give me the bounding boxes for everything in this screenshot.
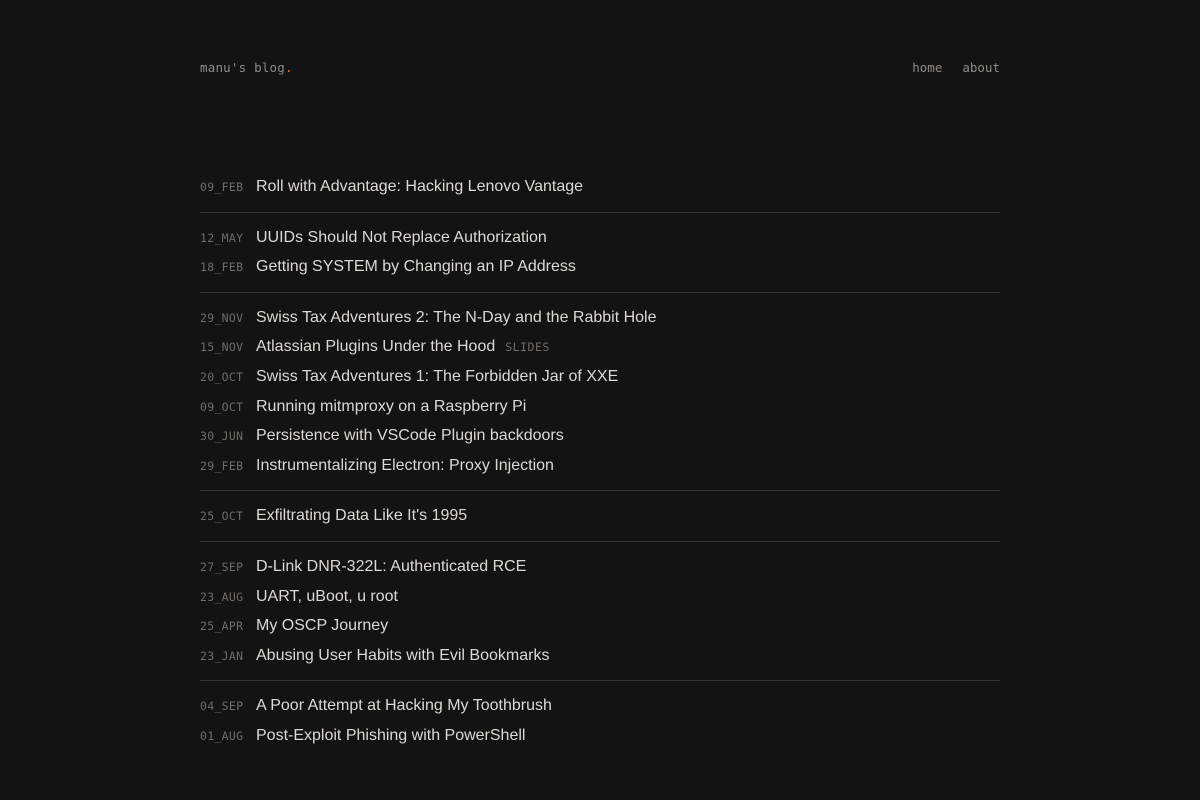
post-title-link[interactable]: Swiss Tax Adventures 1: The Forbidden Ja… — [256, 362, 618, 392]
post-date: 15_NOV — [200, 340, 244, 355]
post-row: 18_FEB Getting SYSTEM by Changing an IP A… — [200, 252, 1000, 282]
year-group: 25_OCT Exfiltrating Data Like It's 1995 — [200, 491, 1000, 542]
post-row: 15_NOV Atlassian Plugins Under the Hood SL… — [200, 332, 1000, 362]
post-row: 09_OCT Running mitmproxy on a Raspberry P… — [200, 392, 1000, 422]
post-date: 29_NOV — [200, 310, 244, 325]
post-row: 01_AUG Post-Exploit Phishing with PowerSh… — [200, 721, 1000, 751]
post-row: 25_OCT Exfiltrating Data Like It's 1995 — [200, 501, 1000, 531]
post-row: 23_AUG UART, uBoot, u root — [200, 582, 1000, 612]
post-date: 25_APR — [200, 619, 244, 634]
post-row: 20_OCT Swiss Tax Adventures 1: The Forbid… — [200, 362, 1000, 392]
nav-about-link[interactable]: about — [962, 60, 1000, 75]
post-row: 29_NOV Swiss Tax Adventures 2: The N-Day … — [200, 303, 1000, 333]
post-date: 09_OCT — [200, 399, 244, 414]
post-title-link[interactable]: Getting SYSTEM by Changing an IP Address — [256, 252, 576, 282]
year-group: 04_SEP A Poor Attempt at Hacking My Tooth… — [200, 681, 1000, 760]
year-group: 09_FEB Roll with Advantage: Hacking Lenov… — [200, 162, 1000, 213]
post-date: 01_AUG — [200, 728, 244, 743]
post-row: 25_APR My OSCP Journey — [200, 611, 1000, 641]
post-title-link[interactable]: A Poor Attempt at Hacking My Toothbrush — [256, 691, 552, 721]
post-date: 09_FEB — [200, 180, 244, 194]
post-title-link[interactable]: Atlassian Plugins Under the Hood — [256, 332, 495, 362]
post-title-link[interactable]: Roll with Advantage: Hacking Lenovo Vant… — [256, 172, 583, 202]
post-date: 23_JAN — [200, 648, 244, 663]
post-row: 23_JAN Abusing User Habits with Evil Book… — [200, 641, 1000, 671]
post-row: 09_FEB Roll with Advantage: Hacking Lenov… — [200, 172, 1000, 202]
post-date: 23_AUG — [200, 589, 244, 604]
post-title-link[interactable]: Abusing User Habits with Evil Bookmarks — [256, 641, 549, 671]
post-date: 29_FEB — [200, 458, 244, 473]
post-row: 30_JUN Persistence with VSCode Plugin bac… — [200, 421, 1000, 451]
post-date: 12_MAY — [200, 230, 244, 245]
post-title-link[interactable]: UUIDs Should Not Replace Authorization — [256, 223, 547, 253]
post-date: 30_JUN — [200, 429, 244, 444]
post-date: 18_FEB — [200, 260, 244, 275]
site-brand-link[interactable]: manu's blog. — [200, 60, 293, 75]
post-list: 09_FEB Roll with Advantage: Hacking Lenov… — [200, 162, 1000, 761]
year-group: 12_MAY UUIDs Should Not Replace Authoriza… — [200, 213, 1000, 293]
post-title-link[interactable]: My OSCP Journey — [256, 611, 388, 641]
post-row: 27_SEP D-Link DNR-322L: Authenticated RCE — [200, 552, 1000, 582]
post-title-link[interactable]: Persistence with VSCode Plugin backdoors — [256, 421, 564, 451]
post-title-link[interactable]: Post-Exploit Phishing with PowerShell — [256, 721, 525, 751]
year-group: 29_NOV Swiss Tax Adventures 2: The N-Day … — [200, 293, 1000, 492]
post-title-link[interactable]: Instrumentalizing Electron: Proxy Inject… — [256, 451, 554, 481]
post-title-link[interactable]: UART, uBoot, u root — [256, 582, 398, 612]
nav-home-link[interactable]: home — [912, 60, 942, 75]
post-title-link[interactable]: D-Link DNR-322L: Authenticated RCE — [256, 552, 526, 582]
post-date: 04_SEP — [200, 699, 244, 714]
post-date: 20_OCT — [200, 369, 244, 384]
site-header: manu's blog. home about — [200, 60, 1000, 80]
brand-dot: . — [284, 60, 293, 75]
brand-name: manu's blog — [200, 60, 285, 75]
post-title-link[interactable]: Running mitmproxy on a Raspberry Pi — [256, 392, 526, 422]
post-date: 25_OCT — [200, 509, 244, 524]
post-date: 27_SEP — [200, 559, 244, 574]
post-row: 12_MAY UUIDs Should Not Replace Authoriza… — [200, 223, 1000, 253]
post-title-link[interactable]: Exfiltrating Data Like It's 1995 — [256, 501, 467, 531]
year-group: 27_SEP D-Link DNR-322L: Authenticated RCE… — [200, 542, 1000, 682]
post-row: 29_FEB Instrumentalizing Electron: Proxy … — [200, 451, 1000, 481]
post-tag-slides[interactable]: SLIDES — [505, 333, 550, 363]
site-nav: home about — [912, 60, 1000, 75]
post-title-link[interactable]: Swiss Tax Adventures 2: The N-Day and th… — [256, 303, 657, 333]
post-row: 04_SEP A Poor Attempt at Hacking My Tooth… — [200, 691, 1000, 721]
